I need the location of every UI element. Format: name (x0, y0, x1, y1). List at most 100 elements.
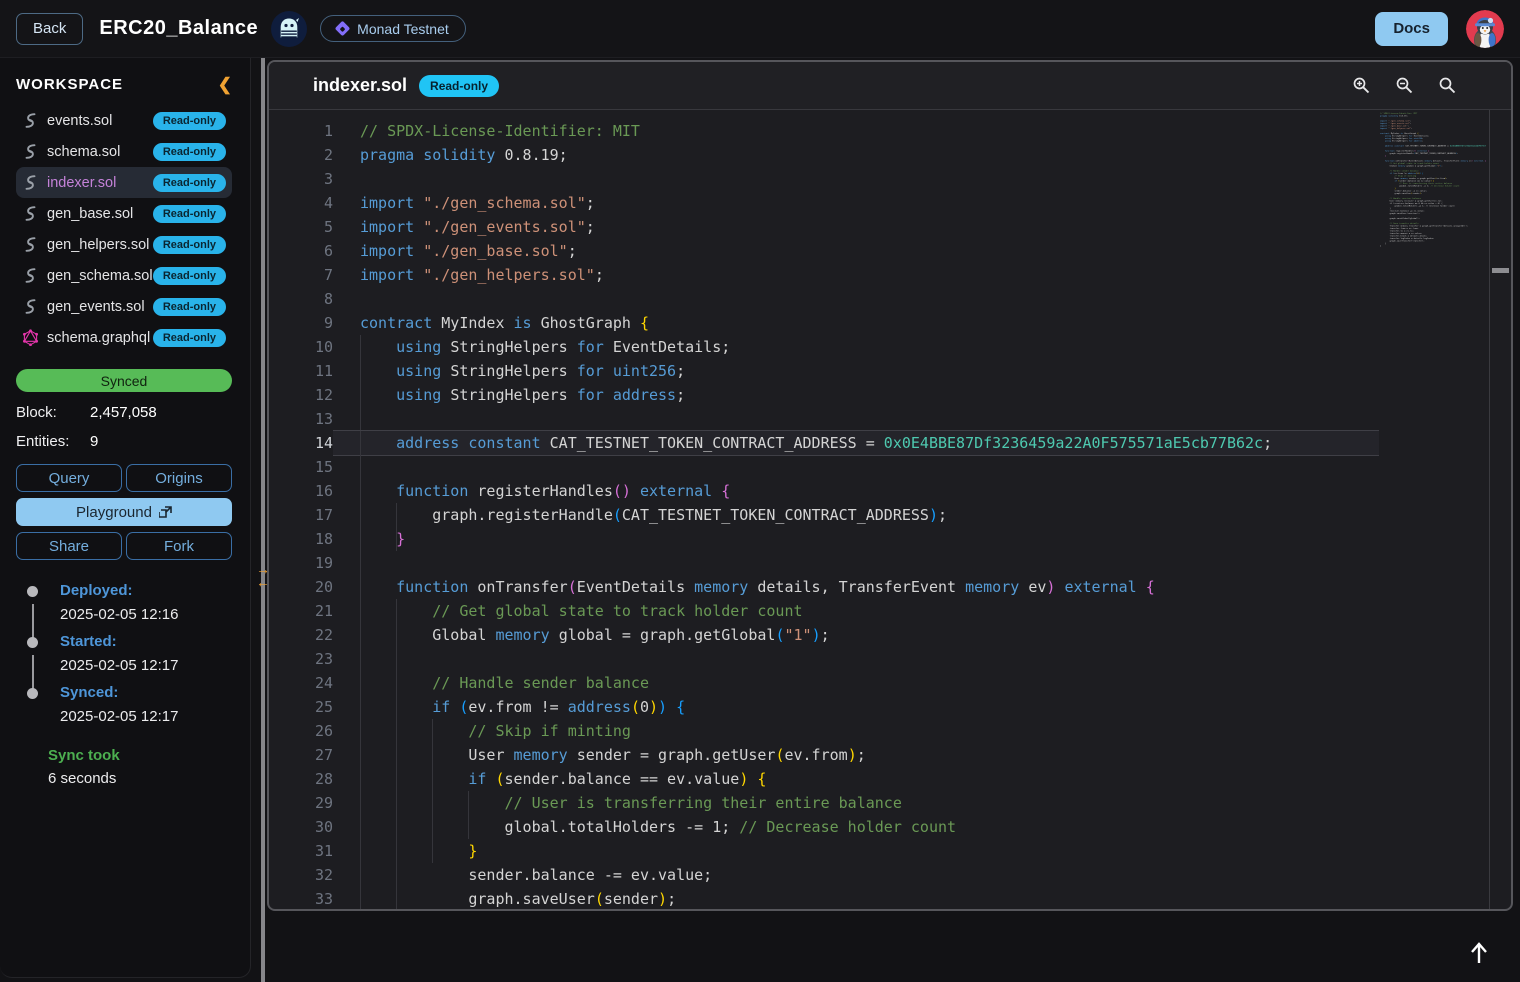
network-badge[interactable]: Monad Testnet (320, 15, 466, 42)
scrollbar-thumb[interactable] (1492, 268, 1509, 273)
indent-guide (360, 695, 361, 719)
docs-button[interactable]: Docs (1375, 12, 1448, 46)
editor-scrollbar[interactable] (1489, 110, 1511, 909)
code-line: 6import "./gen_base.sol"; (302, 239, 1379, 263)
indent-guide (360, 839, 361, 863)
read-only-badge: Read-only (153, 298, 226, 316)
code-line: 27 User memory sender = graph.getUser(ev… (302, 743, 1379, 767)
solidity-file-icon (22, 267, 39, 284)
back-button[interactable]: Back (16, 13, 83, 45)
code-line: 33 graph.saveUser(sender); (302, 887, 1379, 909)
share-button[interactable]: Share (16, 532, 122, 560)
indent-guide (360, 815, 361, 839)
line-number: 32 (302, 863, 333, 887)
code-lines: 1// SPDX-License-Identifier: MIT2pragma … (302, 119, 1379, 909)
code-line: 10 using StringHelpers for EventDetails; (302, 335, 1379, 359)
code-line: 4import "./gen_schema.sol"; (302, 191, 1379, 215)
scroll-to-top-button[interactable] (1461, 935, 1497, 971)
code-line: 9contract MyIndex is GhostGraph { (302, 311, 1379, 335)
indent-guide (360, 335, 361, 359)
code-line: 22 Global memory global = graph.getGloba… (302, 623, 1379, 647)
file-name: events.sol (47, 113, 112, 129)
code-line: 24 // Handle sender balance (302, 671, 1379, 695)
indent-guide (360, 767, 361, 791)
origins-button[interactable]: Origins (126, 464, 232, 492)
file-item-gen_helpers-sol[interactable]: gen_helpers.solRead-only (16, 229, 232, 260)
code-line: 15 (302, 455, 1379, 479)
up-arrow-icon (1468, 941, 1490, 965)
code-line: 16 function registerHandles() external { (302, 479, 1379, 503)
indent-guide (432, 719, 433, 743)
ghost-logo-icon (270, 10, 308, 48)
code-line: 28 if (sender.balance == ev.value) { (302, 767, 1379, 791)
search-icon[interactable] (1438, 76, 1457, 95)
user-avatar[interactable] (1466, 10, 1504, 48)
query-button[interactable]: Query (16, 464, 122, 492)
indent-guide (360, 503, 361, 527)
code-area[interactable]: 1// SPDX-License-Identifier: MIT2pragma … (269, 110, 1511, 909)
line-number: 30 (302, 815, 333, 839)
read-only-badge: Read-only (153, 143, 226, 161)
timeline-item: Deployed:2025-02-05 12:16 (16, 582, 232, 623)
indent-guide (396, 863, 397, 887)
line-number: 11 (302, 359, 333, 383)
sidebar-resize-splitter[interactable]: →← (261, 58, 265, 982)
indent-guide (468, 791, 469, 815)
code-line: 3 (302, 167, 1379, 191)
file-item-gen_base-sol[interactable]: gen_base.solRead-only (16, 198, 232, 229)
timeline-dot (27, 637, 38, 648)
graphql-file-icon (22, 329, 39, 346)
read-only-badge: Read-only (153, 236, 226, 254)
code-line: 21 // Get global state to track holder c… (302, 599, 1379, 623)
line-number: 4 (302, 191, 333, 215)
zoom-in-icon[interactable] (1352, 76, 1371, 95)
file-item-events-sol[interactable]: events.solRead-only (16, 105, 232, 136)
indent-guide (360, 383, 361, 407)
code-editor-panel: indexer.sol Read-only 1// SPDX-License-I… (267, 60, 1513, 911)
timeline-date: 2025-02-05 12:17 (60, 708, 232, 725)
code-line: 19 (302, 551, 1379, 575)
indent-guide (360, 599, 361, 623)
file-item-indexer-sol[interactable]: indexer.solRead-only (16, 167, 232, 198)
solidity-file-icon (22, 205, 39, 222)
fork-button[interactable]: Fork (126, 532, 232, 560)
indent-guide (360, 887, 361, 909)
file-item-schema-sol[interactable]: schema.solRead-only (16, 136, 232, 167)
line-number: 26 (302, 719, 333, 743)
file-item-gen_events-sol[interactable]: gen_events.solRead-only (16, 291, 232, 322)
sidebar-collapse-chevron-icon[interactable]: ❮ (218, 76, 232, 93)
read-only-badge: Read-only (153, 329, 226, 347)
indent-guide (396, 647, 397, 671)
code-line: 12 using StringHelpers for address; (302, 383, 1379, 407)
line-number: 5 (302, 215, 333, 239)
block-label: Block: (16, 404, 90, 421)
line-number: 31 (302, 839, 333, 863)
app-screen: Back ERC20_Balance Monad Testnet Docs (0, 0, 1520, 982)
file-item-gen_schema-sol[interactable]: gen_schema.solRead-only (16, 260, 232, 291)
indent-guide (396, 743, 397, 767)
code-line: 7import "./gen_helpers.sol"; (302, 263, 1379, 287)
indent-guide (396, 839, 397, 863)
timeline-date: 2025-02-05 12:16 (60, 606, 232, 623)
solidity-file-icon (22, 112, 39, 129)
indent-guide (432, 839, 433, 863)
code-line: 32 sender.balance -= ev.value; (302, 863, 1379, 887)
indent-guide (432, 791, 433, 815)
sync-took-value: 6 seconds (48, 770, 232, 787)
playground-button[interactable]: Playground (16, 498, 232, 526)
line-number: 13 (302, 407, 333, 431)
editor-header: indexer.sol Read-only (269, 62, 1511, 110)
line-number: 27 (302, 743, 333, 767)
network-label: Monad Testnet (357, 21, 449, 37)
solidity-file-icon (22, 174, 39, 191)
zoom-out-icon[interactable] (1395, 76, 1414, 95)
file-name: gen_base.sol (47, 206, 133, 222)
indent-guide (396, 599, 397, 623)
indent-guide (360, 551, 361, 575)
line-number: 9 (302, 311, 333, 335)
code-line: 25 if (ev.from != address(0)) { (302, 695, 1379, 719)
file-item-schema-graphql[interactable]: schema.graphqlRead-only (16, 322, 232, 353)
indent-guide (360, 863, 361, 887)
timeline-date: 2025-02-05 12:17 (60, 657, 232, 674)
minimap[interactable]: // SPDX-License-Identifier: MITpragma so… (1380, 112, 1486, 252)
